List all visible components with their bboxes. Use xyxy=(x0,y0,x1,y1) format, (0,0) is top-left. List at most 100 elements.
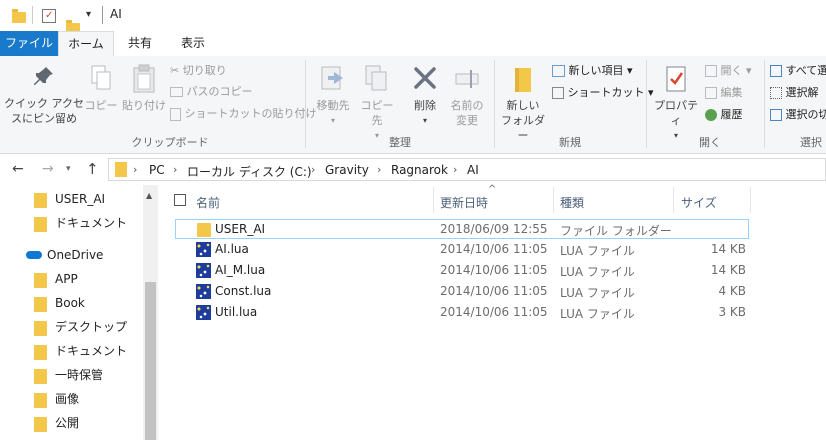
chevron-right-icon[interactable]: › xyxy=(311,163,315,176)
sidebar-scroll-thumb[interactable] xyxy=(145,282,156,440)
chevron-right-icon[interactable]: › xyxy=(453,163,457,176)
file-row-user-ai[interactable]: USER_AI 2018/06/09 12:55 ファイル フォルダー xyxy=(175,219,749,239)
tab-share[interactable]: 共有 xyxy=(120,31,160,56)
sidebar-item-label: Book xyxy=(55,296,85,310)
delete-button[interactable]: 削除 ▾ xyxy=(406,64,444,128)
breadcrumb-local-disk[interactable]: ローカル ディスク (C:) xyxy=(187,163,312,180)
chevron-right-icon[interactable]: › xyxy=(133,163,137,176)
file-type: LUA ファイル xyxy=(560,244,635,258)
sidebar-item-label: 公開 xyxy=(55,416,80,430)
open-label: 開く ▾ xyxy=(720,64,752,77)
breadcrumb-gravity[interactable]: Gravity xyxy=(325,163,369,177)
column-separator xyxy=(433,187,434,213)
dropdown-arrow-icon: ▾ xyxy=(330,116,335,125)
copy-to-label: コピー先 xyxy=(360,99,394,127)
properties-button[interactable]: プロパティ ▾ xyxy=(650,64,702,143)
select-group-label: 選択 xyxy=(800,136,822,149)
dropdown-arrow-icon: ▾ xyxy=(422,116,427,125)
file-row-ai-m-lua[interactable]: AI_M.lua 2014/10/06 11:05 LUA ファイル 14 KB xyxy=(175,261,749,281)
file-size: 4 KB xyxy=(718,284,746,298)
lua-file-icon xyxy=(196,284,211,299)
select-all-checkbox[interactable] xyxy=(174,194,186,206)
breadcrumb-pc[interactable]: PC xyxy=(149,163,165,177)
open-button[interactable]: 開く ▾ xyxy=(705,62,752,79)
folder-icon xyxy=(34,193,47,208)
column-header-name[interactable]: 名前 xyxy=(196,194,220,211)
copy-button[interactable]: コピー xyxy=(84,64,118,113)
column-separator xyxy=(673,187,674,213)
onedrive-cloud-icon xyxy=(26,251,42,259)
file-date: 2014/10/06 11:05 xyxy=(440,305,548,319)
tab-home[interactable]: ホーム xyxy=(58,31,114,57)
shortcut-icon xyxy=(552,87,564,99)
breadcrumb-ragnarok[interactable]: Ragnarok xyxy=(391,163,448,177)
invert-selection-button[interactable]: 選択の切 xyxy=(770,106,826,123)
delete-label: 削除 xyxy=(414,99,436,112)
rename-label-2: 変更 xyxy=(456,114,478,127)
properties-label: プロパティ xyxy=(654,99,698,127)
file-row-util-lua[interactable]: Util.lua 2014/10/06 11:05 LUA ファイル 3 KB xyxy=(175,303,749,323)
column-header-size[interactable]: サイズ xyxy=(681,194,717,211)
up-arrow-icon[interactable]: ↑ xyxy=(86,160,99,178)
chevron-right-icon[interactable]: › xyxy=(173,163,177,176)
invert-selection-label: 選択の切 xyxy=(785,108,826,121)
paste-shortcut-label: ショートカットの貼り付け xyxy=(184,107,317,120)
history-label: 履歴 xyxy=(720,108,743,121)
address-bar[interactable]: › PC › ローカル ディスク (C:) › Gravity › Ragnar… xyxy=(108,158,826,181)
column-header-type[interactable]: 種類 xyxy=(560,194,584,211)
folder-icon xyxy=(34,273,47,288)
copy-path-label: パスのコピー xyxy=(186,85,253,98)
file-name: Const.lua xyxy=(215,284,272,298)
paste-label: 貼り付け xyxy=(122,99,166,112)
edit-icon xyxy=(705,87,717,99)
forward-arrow-icon[interactable]: → xyxy=(42,161,54,177)
folder-icon xyxy=(34,321,47,336)
new-folder-button[interactable]: 新しい フォルダー xyxy=(498,64,548,143)
back-arrow-icon[interactable]: ← xyxy=(12,161,24,177)
group-separator xyxy=(494,60,495,148)
pin-quick-access-button[interactable]: クイック アクセ スにピン留め xyxy=(4,64,84,126)
column-header-date[interactable]: 更新日時 xyxy=(440,194,488,211)
tab-file[interactable]: ファイル xyxy=(0,31,58,56)
copy-to-button[interactable]: コピー先 ▾ xyxy=(356,64,398,143)
folder-icon xyxy=(34,417,47,432)
sort-ascending-icon: ^ xyxy=(488,184,497,195)
navigation-pane: USER_AI ドキュメント OneDrive APP Book デスクトップ … xyxy=(0,185,158,440)
pin-icon xyxy=(34,67,53,85)
copy-icon xyxy=(91,65,111,90)
sidebar-item-label: APP xyxy=(55,272,78,286)
scroll-up-icon[interactable]: ▲ xyxy=(146,191,152,200)
select-all-button[interactable]: すべて選 xyxy=(770,62,826,79)
new-item-button[interactable]: 新しい項目 ▾ xyxy=(552,62,633,79)
file-row-const-lua[interactable]: Const.lua 2014/10/06 11:05 LUA ファイル 4 KB xyxy=(175,282,749,302)
divider xyxy=(32,6,33,24)
select-none-button[interactable]: 選択解 xyxy=(770,84,819,101)
select-all-icon xyxy=(770,65,782,77)
open-group-label: 開く xyxy=(699,136,721,149)
divider xyxy=(102,6,103,24)
select-none-icon xyxy=(770,87,782,99)
title-bar: ✓ ▾ AI xyxy=(0,0,826,34)
properties-check-icon[interactable]: ✓ xyxy=(42,9,56,23)
history-button[interactable]: 履歴 xyxy=(705,106,743,123)
breadcrumb-ai[interactable]: AI xyxy=(467,163,479,177)
shortcut-button[interactable]: ショートカット ▾ xyxy=(552,84,654,101)
file-date: 2018/06/09 12:55 xyxy=(440,222,548,236)
copy-path-button[interactable]: パスのコピー xyxy=(170,83,253,100)
paste-shortcut-button[interactable]: ショートカットの貼り付け xyxy=(170,105,317,122)
file-row-ai-lua[interactable]: AI.lua 2014/10/06 11:05 LUA ファイル 14 KB xyxy=(175,240,749,260)
edit-button[interactable]: 編集 xyxy=(705,84,743,101)
move-to-button[interactable]: 移動先 ▾ xyxy=(312,64,354,128)
recent-dropdown-icon[interactable]: ▾ xyxy=(66,164,71,174)
rename-button[interactable]: 名前の 変更 xyxy=(446,64,488,128)
tab-view[interactable]: 表示 xyxy=(172,31,214,56)
sidebar-item-label: 画像 xyxy=(55,392,80,406)
cut-button[interactable]: ✂ 切り取り xyxy=(170,62,227,79)
history-icon xyxy=(705,109,717,121)
quick-access-dropdown-icon[interactable]: ▾ xyxy=(86,9,91,20)
file-name: AI.lua xyxy=(215,242,249,256)
paste-button[interactable]: 貼り付け xyxy=(120,64,168,113)
ribbon-tabs: ファイル ホーム 共有 表示 xyxy=(0,31,826,57)
pin-label-2: スにピン留め xyxy=(11,112,77,125)
chevron-right-icon[interactable]: › xyxy=(377,163,381,176)
